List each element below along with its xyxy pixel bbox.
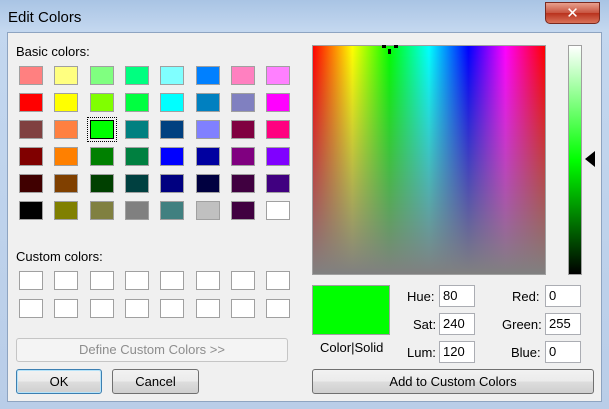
- basic-color-swatch[interactable]: [124, 93, 149, 112]
- basic-color-swatch[interactable]: [230, 93, 255, 112]
- basic-color-swatch[interactable]: [266, 201, 291, 220]
- basic-color-swatch[interactable]: [124, 120, 149, 139]
- basic-color-swatch[interactable]: [160, 147, 185, 166]
- define-custom-colors-button[interactable]: Define Custom Colors >>: [16, 338, 288, 362]
- basic-color-swatch[interactable]: [160, 174, 185, 193]
- basic-color-swatch[interactable]: [160, 66, 185, 85]
- basic-color-swatch[interactable]: [195, 93, 220, 112]
- basic-color-swatch[interactable]: [54, 120, 79, 139]
- basic-color-swatch[interactable]: [89, 201, 114, 220]
- basic-color-swatch[interactable]: [230, 201, 255, 220]
- basic-color-swatch[interactable]: [89, 147, 114, 166]
- basic-color-swatch[interactable]: [124, 201, 149, 220]
- custom-color-slot[interactable]: [195, 271, 220, 290]
- custom-color-slot[interactable]: [266, 271, 291, 290]
- basic-color-swatch[interactable]: [19, 174, 43, 193]
- basic-color-swatch[interactable]: [230, 120, 255, 139]
- lum-label: Lum:: [407, 345, 436, 360]
- green-field[interactable]: 255: [545, 313, 581, 335]
- blue-label: Blue:: [511, 345, 541, 360]
- dialog-client-area: Basic colors: Custom colors: Define Cust…: [7, 32, 602, 402]
- basic-color-swatch[interactable]: [160, 120, 185, 139]
- sat-field[interactable]: 240: [439, 313, 475, 335]
- basic-color-swatch[interactable]: [19, 93, 43, 112]
- red-label: Red:: [512, 289, 540, 304]
- basic-color-swatch[interactable]: [54, 93, 79, 112]
- basic-colors-label: Basic colors:: [16, 44, 90, 59]
- close-button[interactable]: ✕: [545, 2, 600, 24]
- edit-colors-dialog: Edit Colors ✕ Basic colors: Custom color…: [0, 0, 609, 409]
- basic-color-swatch[interactable]: [160, 93, 185, 112]
- custom-color-slot[interactable]: [54, 299, 79, 318]
- color-solid-label: Color|Solid: [320, 340, 384, 355]
- custom-color-slot[interactable]: [230, 299, 255, 318]
- basic-color-swatch[interactable]: [19, 201, 43, 220]
- custom-color-slot[interactable]: [230, 271, 255, 290]
- add-to-custom-colors-button[interactable]: Add to Custom Colors: [312, 369, 594, 394]
- custom-color-slot[interactable]: [89, 271, 114, 290]
- window-title: Edit Colors: [8, 9, 82, 26]
- basic-color-swatch[interactable]: [230, 174, 255, 193]
- basic-color-swatch[interactable]: [89, 66, 114, 85]
- basic-color-swatch[interactable]: [54, 174, 79, 193]
- basic-color-swatch[interactable]: [160, 201, 185, 220]
- luminosity-bar[interactable]: [568, 45, 582, 275]
- color-spectrum[interactable]: [312, 45, 546, 275]
- basic-color-swatch[interactable]: [266, 66, 291, 85]
- cancel-button[interactable]: Cancel: [112, 369, 199, 394]
- basic-color-swatch[interactable]: [54, 66, 79, 85]
- basic-color-swatch[interactable]: [19, 66, 43, 85]
- basic-color-swatch[interactable]: [86, 117, 117, 142]
- lum-field[interactable]: 120: [439, 341, 475, 363]
- hue-label: Hue:: [407, 289, 435, 304]
- basic-color-swatch[interactable]: [124, 66, 149, 85]
- basic-color-swatch[interactable]: [266, 93, 291, 112]
- sat-label: Sat:: [413, 317, 437, 332]
- basic-color-swatch[interactable]: [195, 66, 220, 85]
- red-field[interactable]: 0: [545, 285, 581, 307]
- custom-colors-label: Custom colors:: [16, 249, 103, 264]
- basic-color-swatch[interactable]: [19, 147, 43, 166]
- custom-color-slot[interactable]: [124, 299, 149, 318]
- title-bar: Edit Colors ✕: [0, 0, 609, 32]
- custom-color-slot[interactable]: [160, 299, 185, 318]
- basic-color-swatch[interactable]: [230, 147, 255, 166]
- ok-button[interactable]: OK: [16, 369, 102, 394]
- custom-color-slot[interactable]: [54, 271, 79, 290]
- basic-color-swatch[interactable]: [230, 66, 255, 85]
- custom-color-slot[interactable]: [124, 271, 149, 290]
- basic-color-swatch[interactable]: [195, 147, 220, 166]
- basic-color-swatch[interactable]: [195, 120, 220, 139]
- custom-color-slot[interactable]: [89, 299, 114, 318]
- color-preview: [312, 285, 390, 335]
- basic-color-swatch[interactable]: [266, 120, 291, 139]
- hue-field[interactable]: 80: [439, 285, 475, 307]
- basic-color-swatch[interactable]: [266, 174, 291, 193]
- basic-color-swatch[interactable]: [89, 93, 114, 112]
- basic-color-swatch[interactable]: [124, 147, 149, 166]
- blue-field[interactable]: 0: [545, 341, 581, 363]
- custom-color-slot[interactable]: [19, 299, 43, 318]
- basic-color-swatch[interactable]: [124, 174, 149, 193]
- basic-color-swatch[interactable]: [19, 120, 43, 139]
- basic-color-swatch[interactable]: [195, 201, 220, 220]
- basic-color-swatch[interactable]: [195, 174, 220, 193]
- basic-color-swatch[interactable]: [54, 201, 79, 220]
- basic-color-swatch[interactable]: [266, 147, 291, 166]
- custom-color-slot[interactable]: [266, 299, 291, 318]
- green-label: Green:: [502, 317, 542, 332]
- custom-color-slot[interactable]: [19, 271, 43, 290]
- custom-color-slot[interactable]: [195, 299, 220, 318]
- basic-color-swatch[interactable]: [89, 174, 114, 193]
- basic-color-swatch[interactable]: [54, 147, 79, 166]
- custom-color-slot[interactable]: [160, 271, 185, 290]
- close-icon: ✕: [566, 4, 579, 22]
- crosshair-icon: [382, 45, 398, 54]
- luminosity-arrow-icon[interactable]: [585, 151, 595, 167]
